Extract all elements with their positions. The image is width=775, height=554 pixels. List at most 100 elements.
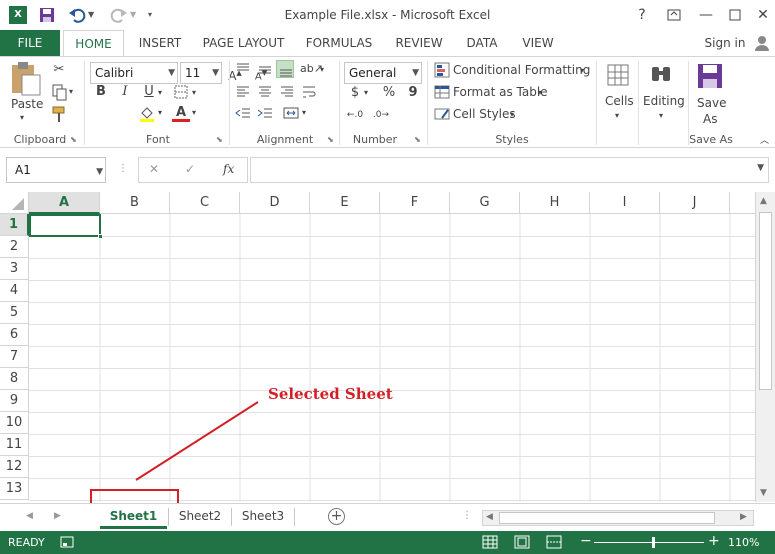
tab-formulas[interactable]: FORMULAS	[299, 30, 379, 56]
vertical-scrollbar[interactable]: ▲ ▼	[755, 192, 775, 502]
tab-split-grip-icon[interactable]: ⋮	[462, 510, 472, 521]
row-header-4[interactable]: 4	[0, 280, 29, 302]
select-all-corner[interactable]	[0, 192, 29, 214]
scroll-down-icon[interactable]: ▼	[760, 488, 767, 498]
font-color-dropdown-icon[interactable]: ▾	[192, 108, 196, 117]
column-header-g[interactable]: G	[450, 192, 520, 214]
tab-insert[interactable]: INSERT	[131, 30, 189, 56]
cells-dropdown-icon[interactable]: ▾	[615, 111, 619, 120]
editing-button[interactable]: Editing	[643, 94, 685, 108]
format-table-dropdown-icon[interactable]: ▾	[538, 88, 542, 97]
tab-review[interactable]: REVIEW	[389, 30, 449, 56]
conditional-formatting-icon[interactable]	[433, 61, 451, 79]
row-header-11[interactable]: 11	[0, 434, 29, 456]
column-header-e[interactable]: E	[310, 192, 380, 214]
conditional-formatting-button[interactable]: Conditional Formatting	[453, 63, 590, 77]
row-header-3[interactable]: 3	[0, 258, 29, 280]
merge-dropdown-icon[interactable]: ▾	[302, 108, 306, 117]
row-header-2[interactable]: 2	[0, 236, 29, 258]
fill-color-dropdown-icon[interactable]: ▾	[158, 108, 162, 117]
percent-button[interactable]: %	[380, 84, 398, 102]
tab-data[interactable]: DATA	[458, 30, 506, 56]
cancel-icon[interactable]: ✕	[149, 162, 159, 176]
row-header-1[interactable]: 1	[0, 214, 29, 236]
formula-input[interactable]: ▼	[250, 157, 769, 183]
orientation-dropdown-icon[interactable]: ▾	[320, 65, 324, 74]
horizontal-scroll-thumb[interactable]	[499, 512, 715, 524]
column-header-j[interactable]: J	[660, 192, 730, 214]
sheet-tab-sheet2[interactable]: Sheet2	[170, 504, 230, 529]
paste-dropdown-icon[interactable]: ▾	[20, 113, 24, 122]
row-header-13[interactable]: 13	[0, 478, 29, 500]
cut-icon[interactable]: ✂	[50, 61, 68, 79]
zoom-in-icon[interactable]: +	[708, 533, 720, 549]
align-left-icon[interactable]	[234, 82, 252, 100]
ribbon-display-icon[interactable]	[665, 6, 683, 24]
format-as-table-icon[interactable]	[433, 83, 451, 101]
close-icon[interactable]: ✕	[754, 6, 772, 24]
font-color-icon[interactable]: A	[172, 104, 190, 122]
save-as-line1[interactable]: Save	[697, 96, 726, 110]
align-center-icon[interactable]	[256, 82, 274, 100]
decrease-decimal-icon[interactable]: .0→	[372, 106, 390, 124]
scroll-right-icon[interactable]: ▶	[740, 512, 747, 522]
tab-home[interactable]: HOME	[63, 30, 124, 57]
bold-button[interactable]: B	[92, 83, 110, 101]
fill-color-icon[interactable]	[138, 104, 156, 122]
cell-styles-dropdown-icon[interactable]: ▾	[510, 110, 514, 119]
sheet-tab-sheet1[interactable]: Sheet1	[100, 504, 167, 529]
save-as-line2[interactable]: As	[703, 112, 717, 126]
conditional-dropdown-icon[interactable]: ▾	[580, 66, 584, 75]
add-sheet-icon[interactable]: +	[328, 508, 345, 525]
middle-align-icon[interactable]	[256, 60, 274, 78]
cells-icon[interactable]	[606, 63, 630, 87]
column-header-a[interactable]: A	[29, 192, 100, 214]
column-header-h[interactable]: H	[520, 192, 590, 214]
currency-dropdown-icon[interactable]: ▾	[364, 88, 368, 97]
minimize-icon[interactable]: —	[697, 6, 715, 24]
top-align-icon[interactable]	[234, 60, 252, 78]
page-layout-view-icon[interactable]	[514, 535, 530, 549]
zoom-slider-track[interactable]	[594, 537, 704, 548]
alignment-launcher-icon[interactable]: ⬊	[327, 135, 334, 144]
underline-dropdown-icon[interactable]: ▾	[158, 88, 162, 97]
macro-record-icon[interactable]	[60, 535, 74, 549]
underline-button[interactable]: U	[140, 83, 158, 101]
page-break-view-icon[interactable]	[546, 535, 562, 549]
align-right-icon[interactable]	[278, 82, 296, 100]
cell-styles-icon[interactable]	[433, 105, 451, 123]
horizontal-scrollbar[interactable]: ◀ ▶	[482, 510, 754, 526]
editing-dropdown-icon[interactable]: ▾	[659, 111, 663, 120]
column-header-f[interactable]: F	[380, 192, 450, 214]
row-header-12[interactable]: 12	[0, 456, 29, 478]
help-icon[interactable]: ?	[633, 6, 651, 24]
merge-center-icon[interactable]	[282, 104, 300, 122]
borders-dropdown-icon[interactable]: ▾	[192, 88, 196, 97]
column-header-i[interactable]: I	[590, 192, 660, 214]
format-painter-icon[interactable]	[50, 105, 68, 123]
number-format-combo[interactable]: General ▼	[344, 62, 422, 84]
italic-button[interactable]: I	[116, 83, 134, 101]
wrap-text-icon[interactable]	[300, 82, 318, 100]
collapse-ribbon-icon[interactable]: ︿	[760, 133, 769, 146]
next-sheet-icon[interactable]: ▶	[54, 511, 61, 521]
paste-icon[interactable]	[8, 61, 44, 97]
normal-view-icon[interactable]	[482, 535, 498, 549]
vertical-scroll-thumb[interactable]	[759, 212, 772, 390]
clipboard-launcher-icon[interactable]: ⬊	[70, 135, 77, 144]
expand-formula-icon[interactable]: ▼	[757, 163, 764, 173]
font-name-combo[interactable]: Calibri ▼	[90, 62, 178, 84]
insert-function-icon[interactable]: fx	[223, 162, 234, 176]
sign-in-link[interactable]: Sign in	[700, 30, 750, 56]
row-header-7[interactable]: 7	[0, 346, 29, 368]
find-binoculars-icon[interactable]	[648, 63, 674, 87]
zoom-out-icon[interactable]: −	[580, 533, 592, 549]
column-header-b[interactable]: B	[100, 192, 170, 214]
sheet-tab-sheet3[interactable]: Sheet3	[233, 504, 293, 529]
tab-file[interactable]: FILE	[0, 30, 60, 56]
paste-button[interactable]: Paste	[11, 97, 43, 111]
cell-styles-button[interactable]: Cell Styles	[453, 107, 516, 121]
font-launcher-icon[interactable]: ⬊	[216, 135, 223, 144]
name-box[interactable]: A1 ▼	[6, 157, 106, 183]
scroll-up-icon[interactable]: ▲	[760, 196, 767, 206]
